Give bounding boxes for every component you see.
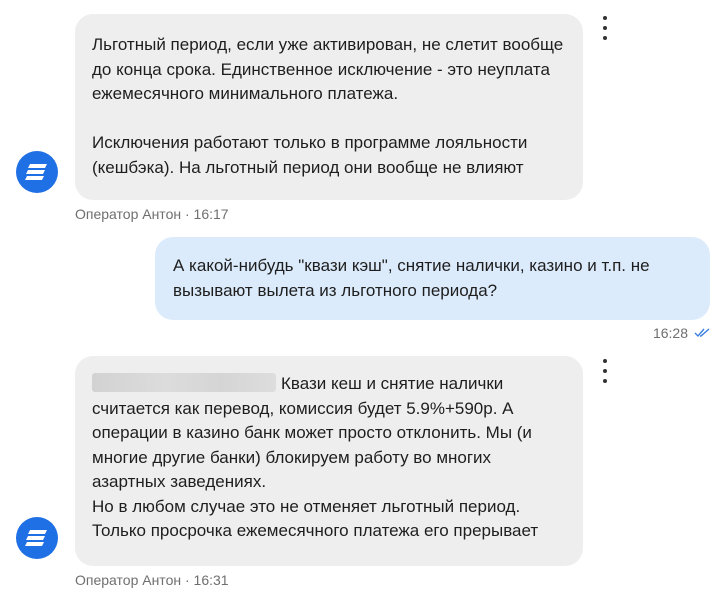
operator-logo-icon: [25, 530, 47, 546]
message-bubble-operator: Квази кеш и снятие налички считается как…: [75, 356, 583, 566]
message-paragraph: Льготный период, если уже активирован, н…: [92, 35, 568, 103]
message-bubble-operator: Льготный период, если уже активирован, н…: [75, 14, 583, 200]
message-paragraph: Исключения работают только в программе л…: [92, 133, 533, 177]
message-text: А какой-нибудь "квази кэш", снятие налич…: [173, 256, 655, 300]
redacted-name: [92, 373, 276, 392]
message-bubble-user: А какой-нибудь "квази кэш", снятие налич…: [155, 237, 710, 320]
operator-logo-icon: [25, 164, 47, 180]
message-author: Оператор Антон: [75, 572, 182, 588]
message-meta: Оператор Антон · 16:31: [75, 572, 229, 588]
more-vertical-icon[interactable]: [598, 16, 612, 40]
double-check-icon: [694, 328, 710, 338]
message-text: Квази кеш и снятие налички считается как…: [92, 374, 539, 540]
message-time: 16:28: [652, 325, 688, 341]
message-author: Оператор Антон: [75, 206, 182, 222]
message-meta: 16:28: [653, 325, 710, 341]
message-time: 16:17: [193, 206, 229, 222]
more-vertical-icon[interactable]: [598, 359, 612, 383]
operator-avatar: [16, 151, 58, 193]
operator-avatar: [16, 517, 58, 559]
message-meta: Оператор Антон · 16:17: [75, 206, 229, 222]
message-time: 16:31: [193, 572, 229, 588]
